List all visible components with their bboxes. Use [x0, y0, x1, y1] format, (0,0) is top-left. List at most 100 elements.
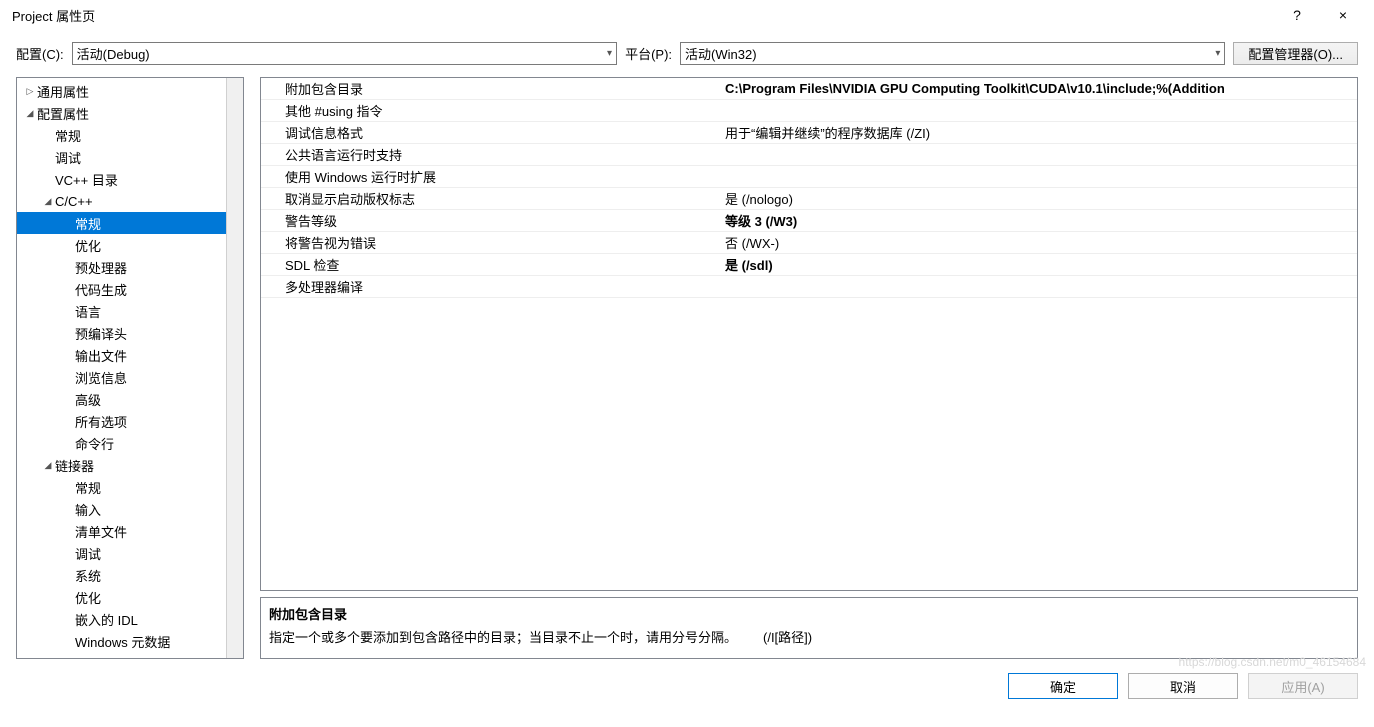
tree-item[interactable]: Windows 元数据 [17, 630, 227, 652]
expanded-icon[interactable]: ◢ [41, 460, 55, 471]
tree-item-label: 优化 [75, 588, 101, 607]
tree-item[interactable]: 预处理器 [17, 256, 227, 278]
property-row[interactable]: 调试信息格式用于“编辑并继续”的程序数据库 (/ZI) [261, 122, 1357, 144]
tree-item-label: 常规 [75, 214, 101, 233]
tree-item[interactable]: 嵌入的 IDL [17, 608, 227, 630]
platform-label: 平台(P): [625, 44, 672, 63]
config-label: 配置(C): [16, 44, 64, 63]
tree-item-label: 清单文件 [75, 522, 127, 541]
tree-item-label: 所有选项 [75, 412, 127, 431]
tree-item[interactable]: 输出文件 [17, 344, 227, 366]
tree-item[interactable]: 调试 [17, 542, 227, 564]
collapsed-icon[interactable]: ▷ [23, 86, 37, 97]
tree-item-label: 浏览信息 [75, 368, 127, 387]
tree-item[interactable]: ◢C/C++ [17, 190, 227, 212]
tree-item-label: 调试 [55, 148, 81, 167]
tree-item-label: 预编译头 [75, 324, 127, 343]
property-row[interactable]: 使用 Windows 运行时扩展 [261, 166, 1357, 188]
tree-item[interactable]: 优化 [17, 586, 227, 608]
dialog-footer: 确定 取消 应用(A) [0, 659, 1374, 699]
tree-item[interactable]: 所有选项 [17, 410, 227, 432]
property-label: 多处理器编译 [261, 277, 721, 296]
scroll-up-button[interactable]: ▴ [227, 78, 243, 94]
property-label: SDL 检查 [261, 255, 721, 274]
property-value[interactable]: 是 (/nologo) [721, 189, 1357, 208]
platform-combo[interactable]: 活动(Win32) ▾ [680, 42, 1225, 65]
help-button[interactable]: ? [1274, 0, 1320, 30]
tree-item[interactable]: 常规 [17, 212, 227, 234]
expanded-icon[interactable]: ◢ [41, 196, 55, 207]
tree-item[interactable]: ◢配置属性 [17, 102, 227, 124]
config-manager-button[interactable]: 配置管理器(O)... [1233, 42, 1358, 65]
tree-item-label: 输入 [75, 500, 101, 519]
property-row[interactable]: 警告等级等级 3 (/W3) [261, 210, 1357, 232]
tree-item[interactable]: ◢链接器 [17, 454, 227, 476]
ok-button[interactable]: 确定 [1008, 673, 1118, 699]
tree-item[interactable]: 高级 [17, 388, 227, 410]
property-value[interactable]: 用于“编辑并继续”的程序数据库 (/ZI) [721, 123, 1357, 142]
tree-item-label: 优化 [75, 236, 101, 255]
tree-item[interactable]: 命令行 [17, 432, 227, 454]
tree-item-label: 常规 [55, 126, 81, 145]
tree-item[interactable]: 语言 [17, 300, 227, 322]
tree-item[interactable]: 系统 [17, 564, 227, 586]
tree-item-label: 链接器 [55, 456, 94, 475]
config-combo-value: 活动(Debug) [77, 44, 607, 63]
property-row[interactable]: 附加包含目录C:\Program Files\NVIDIA GPU Comput… [261, 78, 1357, 100]
property-row[interactable]: 将警告视为错误否 (/WX-) [261, 232, 1357, 254]
tree-item-label: 预处理器 [75, 258, 127, 277]
scroll-down-button[interactable]: ▾ [227, 642, 243, 658]
property-row[interactable]: 取消显示启动版权标志是 (/nologo) [261, 188, 1357, 210]
property-value[interactable]: 否 (/WX-) [721, 233, 1357, 252]
category-tree: ▴ ▷通用属性◢配置属性常规调试VC++ 目录◢C/C++常规优化预处理器代码生… [16, 77, 244, 659]
toolbar: 配置(C): 活动(Debug) ▾ 平台(P): 活动(Win32) ▾ 配置… [0, 30, 1374, 77]
window-title: Project 属性页 [8, 6, 1274, 25]
property-value[interactable]: C:\Program Files\NVIDIA GPU Computing To… [721, 81, 1357, 96]
tree-item-label: 常规 [75, 478, 101, 497]
config-combo[interactable]: 活动(Debug) ▾ [72, 42, 617, 65]
tree-item[interactable]: 常规 [17, 124, 227, 146]
tree-item-label: 嵌入的 IDL [75, 610, 138, 629]
tree-item[interactable]: 优化 [17, 234, 227, 256]
tree-item[interactable]: 输入 [17, 498, 227, 520]
tree-item[interactable]: 清单文件 [17, 520, 227, 542]
property-label: 警告等级 [261, 211, 721, 230]
property-label: 调试信息格式 [261, 123, 721, 142]
property-row[interactable]: 多处理器编译 [261, 276, 1357, 298]
chevron-down-icon: ▾ [1215, 48, 1220, 59]
tree-item[interactable]: 常规 [17, 476, 227, 498]
property-value[interactable]: 等级 3 (/W3) [721, 211, 1357, 230]
tree-item-label: Windows 元数据 [75, 632, 170, 651]
tree-item[interactable]: ▷通用属性 [17, 80, 227, 102]
tree-item-label: 高级 [75, 390, 101, 409]
expanded-icon[interactable]: ◢ [23, 108, 37, 119]
cancel-button[interactable]: 取消 [1128, 673, 1238, 699]
tree-item-label: 通用属性 [37, 82, 89, 101]
property-value[interactable]: 是 (/sdl) [721, 255, 1357, 274]
tree-item[interactable]: 调试 [17, 146, 227, 168]
tree-item-label: 语言 [75, 302, 101, 321]
tree-item-label: 命令行 [75, 434, 114, 453]
tree-item-label: C/C++ [55, 194, 93, 209]
tree-item[interactable]: 代码生成 [17, 278, 227, 300]
tree-item[interactable]: 预编译头 [17, 322, 227, 344]
tree-item-label: 系统 [75, 566, 101, 585]
close-button[interactable]: × [1320, 0, 1366, 30]
description-title: 附加包含目录 [269, 604, 1349, 623]
property-label: 公共语言运行时支持 [261, 145, 721, 164]
tree-item-label: 代码生成 [75, 280, 127, 299]
platform-combo-value: 活动(Win32) [685, 44, 1215, 63]
tree-item[interactable]: VC++ 目录 [17, 168, 227, 190]
tree-item-label: 输出文件 [75, 346, 127, 365]
description-panel: 附加包含目录 指定一个或多个要添加到包含路径中的目录；当目录不止一个时，请用分号… [260, 597, 1358, 659]
tree-item-label: 配置属性 [37, 104, 89, 123]
tree-item[interactable]: 浏览信息 [17, 366, 227, 388]
property-row[interactable]: SDL 检查是 (/sdl) [261, 254, 1357, 276]
property-row[interactable]: 公共语言运行时支持 [261, 144, 1357, 166]
tree-item-label: VC++ 目录 [55, 170, 118, 189]
tree-item-label: 调试 [75, 544, 101, 563]
apply-button[interactable]: 应用(A) [1248, 673, 1358, 699]
property-row[interactable]: 其他 #using 指令 [261, 100, 1357, 122]
property-grid: 附加包含目录C:\Program Files\NVIDIA GPU Comput… [260, 77, 1358, 591]
property-label: 使用 Windows 运行时扩展 [261, 167, 721, 186]
